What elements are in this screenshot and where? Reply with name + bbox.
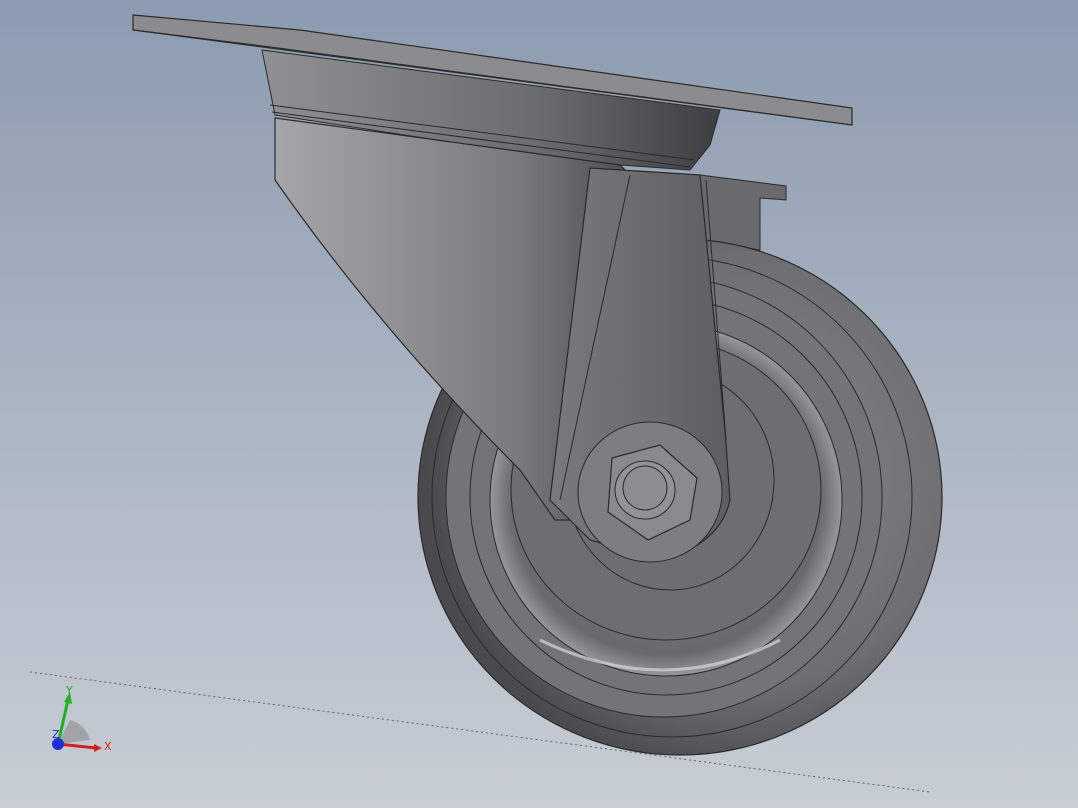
model-view[interactable] <box>0 0 1078 808</box>
coordinate-triad: Y X Z <box>52 684 112 753</box>
x-axis-label: X <box>104 740 112 753</box>
axle-bolt-tip <box>622 465 668 511</box>
y-axis-label: Y <box>65 684 73 697</box>
x-axis-arrowhead <box>94 744 102 752</box>
graphics-viewport[interactable]: Y X Z <box>0 0 1078 808</box>
z-axis-label: Z <box>52 728 60 741</box>
